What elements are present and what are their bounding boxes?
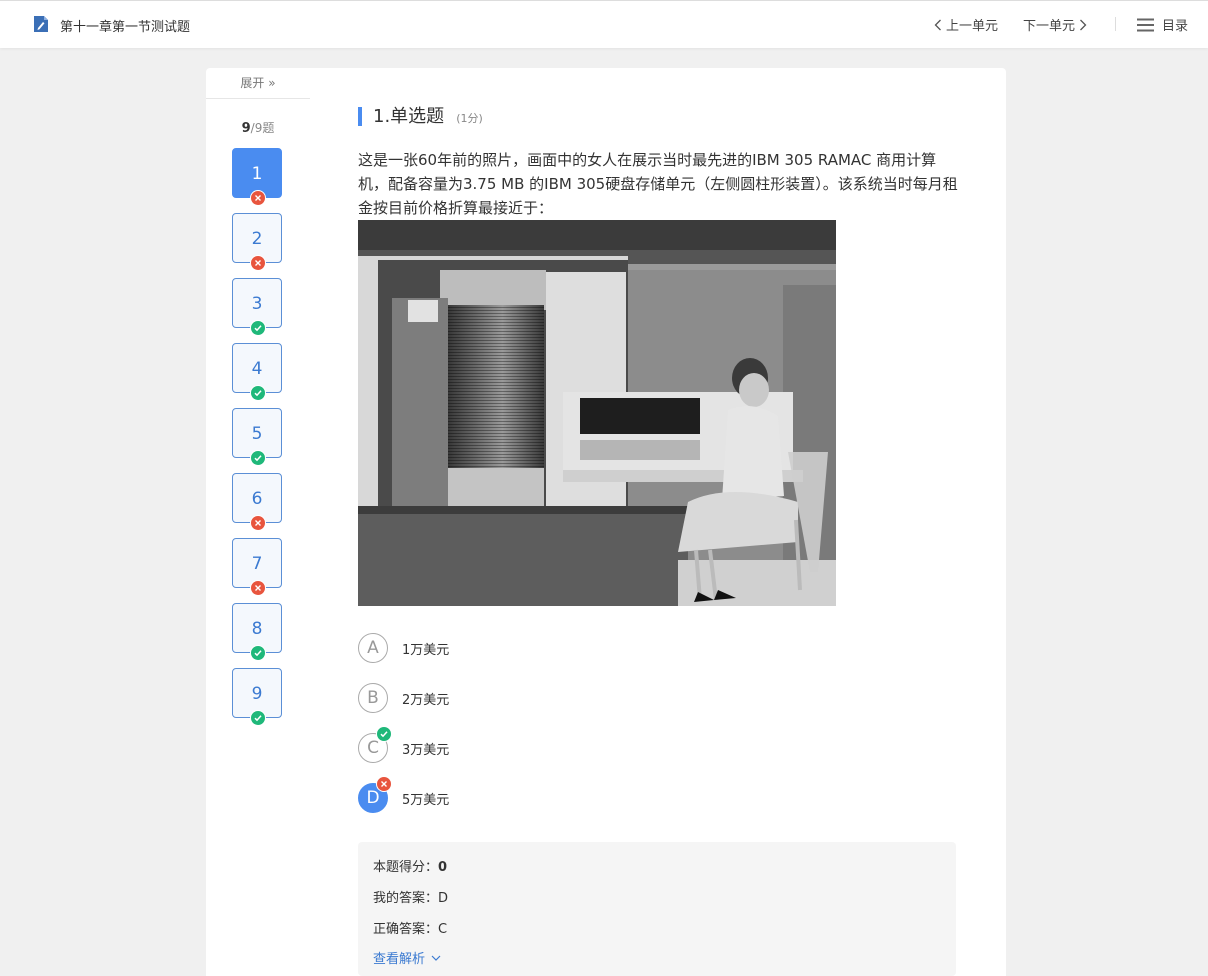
chevron-down-icon <box>431 955 441 961</box>
header-divider <box>1115 17 1116 31</box>
option-letter-circle: B <box>358 683 388 713</box>
wrong-cross-icon <box>250 190 266 206</box>
page-title: 第十一章第一节测试题 <box>60 20 191 35</box>
next-unit-label: 下一单元 <box>1023 19 1076 34</box>
question-nav-number: 3 <box>251 294 263 314</box>
prev-unit-label: 上一单元 <box>946 19 999 34</box>
view-analysis-label: 查看解析 <box>373 952 426 967</box>
question-type: 1.单选题 <box>373 106 445 127</box>
question-score: (1分) <box>456 112 483 125</box>
question-nav-number: 6 <box>251 489 263 509</box>
option-c[interactable]: C 3万美元 <box>358 726 450 763</box>
question-panel: 1.单选题 (1分) 这是一张60年前的照片，画面中的女人在展示当时最先进的IB… <box>310 68 1006 976</box>
question-count-total: /9题 <box>250 121 275 135</box>
correct-check-icon <box>250 645 266 661</box>
prev-unit-button[interactable]: 上一单元 <box>934 15 998 34</box>
toc-label: 目录 <box>1162 19 1189 34</box>
option-d[interactable]: D 5万美元 <box>358 776 450 813</box>
option-letter: A <box>367 638 379 658</box>
correct-answer-label: 正确答案： <box>373 922 439 937</box>
view-analysis-link[interactable]: 查看解析 <box>373 948 441 967</box>
expand-label: 展开 <box>240 76 265 90</box>
wrong-cross-icon <box>250 255 266 271</box>
question-nav-number: 7 <box>251 554 263 574</box>
question-photo <box>358 220 836 606</box>
question-stem: 这是一张60年前的照片，画面中的女人在展示当时最先进的IBM 305 RAMAC… <box>358 151 958 217</box>
question-nav-button[interactable]: 7 <box>232 538 282 596</box>
option-text: 5万美元 <box>402 792 450 808</box>
expand-button[interactable]: 展开 » <box>206 68 310 99</box>
option-letter: C <box>367 738 379 758</box>
chevron-right-icon <box>1080 19 1087 30</box>
title-accent-bar <box>358 107 362 126</box>
correct-check-icon <box>250 450 266 466</box>
question-nav-button[interactable]: 4 <box>232 343 282 401</box>
document-icon <box>34 16 48 32</box>
result-panel: 本题得分：0 我的答案：D 正确答案：C 查看解析 <box>358 842 956 976</box>
option-text: 1万美元 <box>402 642 450 658</box>
my-answer-value: D <box>438 891 449 906</box>
question-count-current: 9 <box>241 121 251 136</box>
option-a[interactable]: A 1万美元 <box>358 633 449 663</box>
next-unit-button[interactable]: 下一单元 <box>1023 15 1087 34</box>
menu-icon <box>1137 18 1154 31</box>
option-letter: B <box>367 688 379 708</box>
wrong-cross-icon <box>250 580 266 596</box>
option-letter-circle: A <box>358 633 388 663</box>
my-answer-label: 我的答案： <box>373 891 439 906</box>
question-nav-button[interactable]: 2 <box>232 213 282 271</box>
question-nav-button[interactable]: 8 <box>232 603 282 661</box>
option-letter-circle: D <box>358 776 392 813</box>
top-bar: 第十一章第一节测试题 上一单元 下一单元 目录 <box>0 0 1208 48</box>
question-nav-button[interactable]: 6 <box>232 473 282 531</box>
toc-button[interactable]: 目录 <box>1137 15 1188 34</box>
question-nav-number: 5 <box>251 424 263 444</box>
score-label: 本题得分： <box>373 860 439 875</box>
my-answer-row: 我的答案：D <box>373 887 448 906</box>
wrong-cross-icon <box>376 776 392 792</box>
option-b[interactable]: B 2万美元 <box>358 683 449 713</box>
correct-answer-value: C <box>438 922 448 937</box>
question-sidebar: 展开 » 9/9题 1 2 3 4 5 6 7 8 9 <box>206 68 310 976</box>
question-nav-button[interactable]: 1 <box>232 148 282 206</box>
correct-check-icon <box>376 726 392 742</box>
correct-check-icon <box>250 710 266 726</box>
question-nav-number: 2 <box>251 229 263 249</box>
question-nav-button[interactable]: 5 <box>232 408 282 466</box>
result-score-row: 本题得分：0 <box>373 856 447 875</box>
question-count: 9/9题 <box>206 119 310 136</box>
question-title: 1.单选题 (1分) <box>358 107 483 127</box>
correct-check-icon <box>250 320 266 336</box>
double-chevron-right-icon: » <box>268 76 276 90</box>
question-nav-button[interactable]: 3 <box>232 278 282 336</box>
question-nav-number: 4 <box>251 359 263 379</box>
question-nav-number: 9 <box>251 684 263 704</box>
question-nav-number: 8 <box>251 619 263 639</box>
question-nav-button[interactable]: 9 <box>232 668 282 726</box>
option-text: 3万美元 <box>402 742 450 758</box>
wrong-cross-icon <box>250 515 266 531</box>
option-letter: D <box>366 788 380 808</box>
chevron-left-icon <box>934 19 941 30</box>
correct-answer-row: 正确答案：C <box>373 918 447 937</box>
correct-check-icon <box>250 385 266 401</box>
question-nav-number: 1 <box>251 164 263 184</box>
option-letter-circle: C <box>358 726 392 763</box>
option-text: 2万美元 <box>402 692 450 708</box>
score-value: 0 <box>438 860 448 875</box>
